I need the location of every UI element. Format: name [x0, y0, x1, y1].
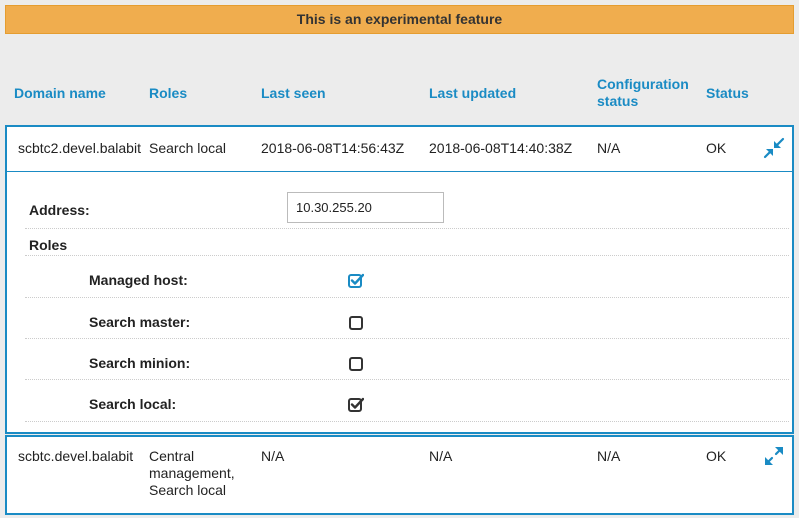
cell-domain-name: scbtc.devel.balabit: [18, 448, 134, 464]
cell-config-status: N/A: [597, 140, 621, 156]
search-minion-checkbox[interactable]: [348, 356, 364, 372]
collapse-icon[interactable]: [763, 137, 785, 159]
table-row: scbtc2.devel.balabit Search local 2018-0…: [5, 125, 794, 434]
header-config-line1: Configuration: [597, 76, 689, 92]
search-local-checkbox[interactable]: [348, 397, 365, 413]
cell-last-seen: 2018-06-08T14:56:43Z: [261, 140, 405, 156]
cell-roles: Search local: [149, 140, 227, 156]
cell-config-status: N/A: [597, 448, 621, 464]
table-row[interactable]: scbtc.devel.balabit Central management, …: [5, 435, 794, 515]
header-last-updated[interactable]: Last updated: [429, 85, 516, 102]
roles-line3: Search local: [149, 482, 227, 498]
roles-heading: Roles: [29, 237, 68, 253]
cell-domain-name: scbtc2.devel.balabit: [18, 140, 141, 156]
table-header: Domain name Roles Last seen Last updated…: [5, 70, 794, 122]
roles-line2: management,: [149, 465, 235, 481]
role-label-managed-host: Managed host:: [89, 272, 188, 288]
header-configuration-status[interactable]: Configuration status: [597, 76, 689, 110]
role-label-search-local: Search local:: [89, 396, 177, 412]
address-input[interactable]: [287, 192, 444, 223]
header-roles[interactable]: Roles: [149, 85, 187, 102]
roles-heading-row: [25, 229, 789, 256]
cell-last-seen: N/A: [261, 448, 285, 464]
experimental-banner: This is an experimental feature: [5, 5, 794, 34]
header-domain-name[interactable]: Domain name: [14, 85, 106, 102]
cell-status: OK: [706, 140, 727, 156]
roles-line1: Central: [149, 448, 195, 464]
cell-status: OK: [706, 448, 727, 464]
role-label-search-minion: Search minion:: [89, 355, 191, 371]
banner-text: This is an experimental feature: [296, 11, 503, 27]
role-label-search-master: Search master:: [89, 314, 191, 330]
header-status[interactable]: Status: [706, 85, 749, 102]
cell-roles: Central management, Search local: [149, 448, 235, 499]
cell-last-updated: 2018-06-08T14:40:38Z: [429, 140, 573, 156]
expand-icon[interactable]: [763, 445, 785, 467]
search-master-checkbox[interactable]: [348, 315, 364, 331]
header-config-line2: status: [597, 93, 639, 109]
managed-host-checkbox[interactable]: [348, 273, 365, 289]
row-summary[interactable]: scbtc2.devel.balabit Search local 2018-0…: [7, 127, 792, 172]
cell-last-updated: N/A: [429, 448, 453, 464]
header-last-seen[interactable]: Last seen: [261, 85, 326, 102]
address-label: Address:: [29, 202, 90, 218]
